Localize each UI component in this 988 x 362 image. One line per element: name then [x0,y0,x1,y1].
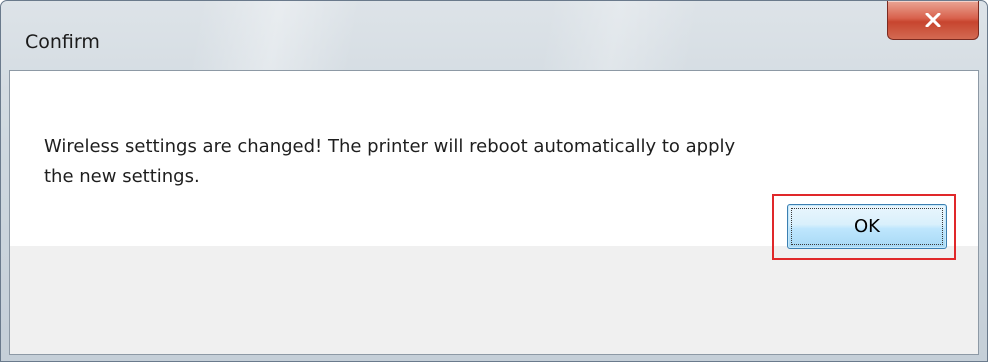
ok-button[interactable]: OK [787,204,947,249]
message-line-1: Wireless settings are changed! The print… [44,136,736,157]
ok-button-label: OK [854,216,880,237]
dialog-message: Wireless settings are changed! The print… [44,132,924,192]
dialog-title: Confirm [25,31,100,53]
title-bar[interactable]: Confirm [1,1,987,71]
message-line-2: the new settings. [44,166,200,187]
close-icon [925,13,941,27]
close-button[interactable] [887,1,979,40]
confirm-dialog-window: Confirm Wireless settings are changed! T… [0,0,988,362]
